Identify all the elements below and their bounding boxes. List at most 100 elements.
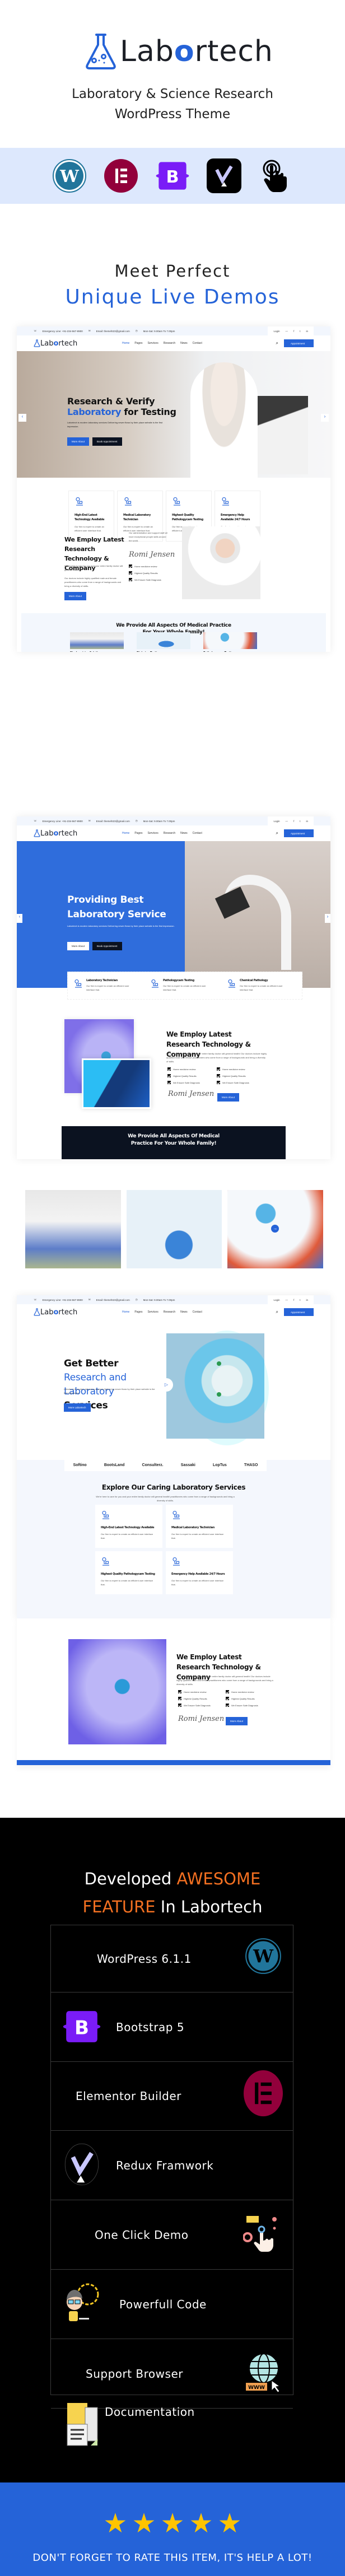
more-labortech-button[interactable]: More Labortech <box>64 1403 91 1412</box>
nav-home[interactable]: Home <box>122 342 129 345</box>
book-appointment-button[interactable]: Book Appointment <box>92 942 122 950</box>
checkbox-icon <box>129 571 132 575</box>
nav-news[interactable]: News <box>180 1310 188 1314</box>
service-card[interactable]: Emergency Help Available 24/7 Hours Our f… <box>166 1551 233 1594</box>
demo2-checklist-1: Home medicine review Highest Quality Res… <box>167 1067 200 1088</box>
star-icon[interactable]: ★ <box>160 2510 184 2537</box>
checkbox-icon <box>167 1074 171 1077</box>
feature-item[interactable]: Pathologycam Testing Our firm is expert t… <box>150 979 220 992</box>
nav-research[interactable]: Research <box>164 342 175 345</box>
service-card[interactable]: Biochemistry Solution <box>70 632 124 652</box>
demo-preview-3[interactable]: ☏ Emergency Line: +91-234-567-8900 ✉ Email… <box>17 1295 330 1620</box>
demo1-navbar: Lab o rtech Home Pages Services Research N… <box>17 335 330 351</box>
nav-contact[interactable]: Contact <box>193 342 202 345</box>
features-section: Developed AWESOME FEATURE In Labortech W… <box>0 1818 345 2484</box>
demo3-about-button[interactable]: More About <box>226 1717 248 1725</box>
demo-preview-2[interactable]: ☏ Emergency Line: +91-234-567-8900 ✉ Email… <box>17 816 330 1159</box>
book-appointment-button[interactable]: Book Appointment <box>92 437 122 446</box>
nav-logo[interactable]: Lab o rtech <box>34 1308 77 1317</box>
lab-service-icon <box>102 1510 109 1519</box>
slider-next-arrow[interactable]: › <box>325 914 330 923</box>
redux-icon <box>62 2139 101 2190</box>
service-text: Our firm is expert to create an efficien… <box>101 1579 153 1586</box>
demo1-about-intro: We're here to care for you and your enti… <box>64 564 123 571</box>
service-title: Diabetes Testing <box>137 651 190 652</box>
check-item: Home medicine review <box>217 1067 249 1071</box>
service-card[interactable]: Medical Laboratory Technician Our firm is… <box>166 1505 233 1548</box>
linkedin-icon[interactable]: in <box>306 820 308 823</box>
demo2-services-title: We Provide All Aspects Of Medical Practi… <box>128 1133 220 1146</box>
linkedin-icon[interactable]: in <box>306 1299 308 1301</box>
more-about-button[interactable]: More About <box>67 942 90 950</box>
nav-services[interactable]: Services <box>148 832 158 835</box>
demo1-hero: Research & Verify Laboratory for Testing… <box>17 351 330 478</box>
demo-preview-1[interactable]: ☏ Emergency Line: +91-234-567-8900 ✉ Email… <box>17 326 330 652</box>
nav-news[interactable]: News <box>180 342 188 345</box>
nav-home[interactable]: Home <box>122 1310 129 1314</box>
nav-news[interactable]: News <box>180 832 188 835</box>
star-rating[interactable]: ★ ★ ★ ★ ★ <box>0 2510 345 2537</box>
play-video-button[interactable]: ▷ <box>160 1378 173 1392</box>
search-icon[interactable]: ⌕ <box>276 1309 278 1315</box>
search-icon[interactable]: ⌕ <box>276 340 278 346</box>
appointment-button[interactable]: Appointment <box>284 339 314 347</box>
nav-pages[interactable]: Pages <box>134 832 142 835</box>
feature-card-title: Medical Laboratory Technician <box>123 514 151 521</box>
arrow-right-icon[interactable]: → <box>271 1225 279 1233</box>
search-icon[interactable]: ⌕ <box>276 830 278 836</box>
demo3-services-title: Explore Our Caring Laboratory Services <box>101 1483 246 1491</box>
service-card[interactable]: High-End Latest Technology Available Our … <box>95 1505 162 1548</box>
linkedin-icon[interactable]: in <box>306 330 308 333</box>
feature-item[interactable]: Chemical Pathology Our firm is expert to … <box>227 979 297 992</box>
appointment-button[interactable]: Appointment <box>284 1308 314 1316</box>
nav-research[interactable]: Research <box>164 1310 175 1314</box>
service-title: Pathologycam Testing <box>203 651 257 652</box>
nav-contact[interactable]: Contact <box>193 832 202 835</box>
microscope-research-image <box>82 1058 151 1109</box>
facebook-icon[interactable]: f <box>293 1299 294 1301</box>
login-link[interactable]: Login <box>273 1299 279 1301</box>
feature-card[interactable]: High-End Latest Technology Available Our … <box>68 491 114 542</box>
more-about-button[interactable]: More About <box>67 437 90 446</box>
feature-card-title: High-End Latest Technology Available <box>74 514 105 521</box>
nav-pages[interactable]: Pages <box>134 342 142 345</box>
signature: Romi Jensen <box>168 1090 215 1098</box>
facebook-icon[interactable]: f <box>293 330 294 333</box>
star-icon[interactable]: ★ <box>103 2510 127 2537</box>
facebook-icon[interactable]: f <box>293 820 294 823</box>
nav-contact[interactable]: Contact <box>193 1310 202 1314</box>
login-link[interactable]: Login <box>273 820 279 823</box>
nav-home[interactable]: Home <box>122 832 129 835</box>
service-card[interactable]: Pathologycam Testing <box>203 632 257 652</box>
slider-prev-arrow[interactable]: ‹ <box>18 414 26 422</box>
check-item: Highest Quality Results <box>217 1074 249 1077</box>
svg-text:W: W <box>59 167 80 186</box>
flask-icon <box>34 339 40 347</box>
feature-row: Powerfull Code <box>51 2270 293 2339</box>
star-icon[interactable]: ★ <box>218 2510 242 2537</box>
check-item: Home medicine review <box>178 1690 211 1693</box>
feature-row: Support Browser WWW <box>51 2339 293 2409</box>
demo2-about-button[interactable]: More About <box>217 1093 240 1102</box>
nav-logo[interactable]: Lab o rtech <box>34 829 77 838</box>
star-icon[interactable]: ★ <box>189 2510 213 2537</box>
service-text: Our firm is expert to create an efficien… <box>101 1533 153 1539</box>
login-link[interactable]: Login <box>273 330 279 333</box>
slider-prev-arrow[interactable]: ‹ <box>17 914 22 923</box>
feature-item[interactable]: Laboratory Technician Our firm is expert … <box>73 979 143 992</box>
check-item: Highest Quality Results <box>167 1074 200 1077</box>
check-item: Home medicine review <box>129 564 161 568</box>
demo2-feature-strip: Laboratory Technician Our firm is expert … <box>67 972 302 1000</box>
nav-services[interactable]: Services <box>148 342 158 345</box>
appointment-button[interactable]: Appointment <box>284 829 314 837</box>
nav-research[interactable]: Research <box>164 832 175 835</box>
nav-menu: Home Pages Services Research News Contac… <box>122 1310 202 1314</box>
nav-services[interactable]: Services <box>148 1310 158 1314</box>
service-card[interactable]: Diabetes Testing <box>137 632 190 652</box>
demo1-about-button[interactable]: More About <box>64 592 87 600</box>
nav-logo[interactable]: Lab o rtech <box>34 339 77 348</box>
service-card[interactable]: Highest Quality Pathologycam Testing Our … <box>95 1551 162 1594</box>
nav-pages[interactable]: Pages <box>134 1310 142 1314</box>
slider-next-arrow[interactable]: › <box>321 414 329 422</box>
star-icon[interactable]: ★ <box>132 2510 156 2537</box>
